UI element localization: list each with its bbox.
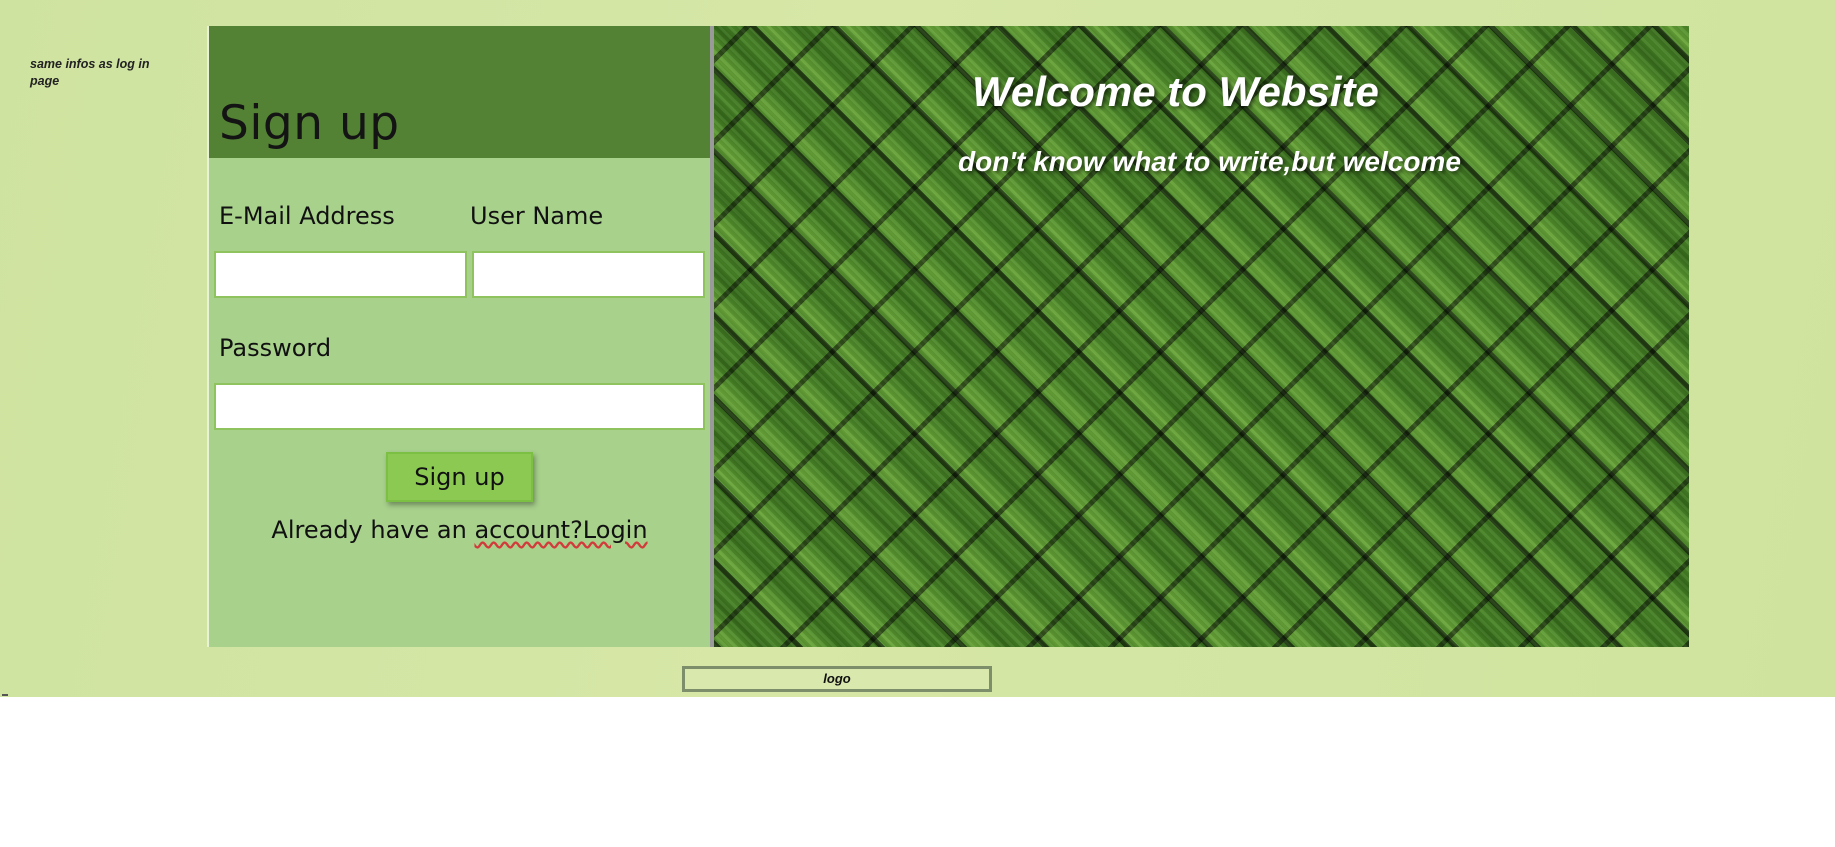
annotation-note: same infos as log in page [30,56,170,90]
page-canvas: same infos as log in page Sign up E-Mail… [0,0,1835,697]
username-label: User Name [470,202,604,230]
email-label: E-Mail Address [219,202,395,230]
login-prompt-text: Already have an [271,516,475,544]
page-title: Sign up [219,96,400,151]
corner-mark [2,694,8,696]
username-field[interactable] [472,251,705,298]
sign-up-button[interactable]: Sign up [386,452,533,502]
annotation-note-line-1: same infos as log in [30,57,150,71]
password-label: Password [219,334,332,362]
hero-image-panel: Welcome to Website don't know what to wr… [714,26,1689,647]
logo-placeholder: logo [682,666,992,692]
login-prompt: Already have an account?Login [209,516,710,544]
annotation-note-line-2: page [30,74,60,88]
password-field[interactable] [214,383,705,430]
signup-form-panel: Sign up E-Mail Address User Name Passwor… [207,26,710,647]
form-header: Sign up [209,26,710,158]
login-link[interactable]: account?Login [474,516,647,544]
hero-title: Welcome to Website [972,68,1379,115]
hero-subtitle: don't know what to write,but welcome [958,146,1461,177]
email-field[interactable] [214,251,467,298]
